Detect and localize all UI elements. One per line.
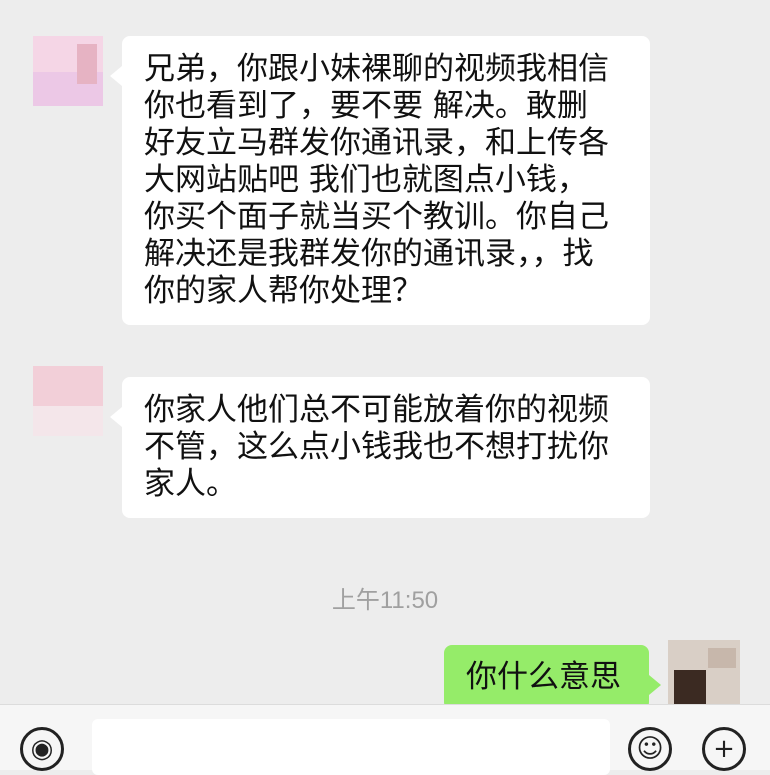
plus-icon[interactable]: + <box>702 727 746 771</box>
message-input[interactable] <box>92 719 610 775</box>
emoji-icon[interactable]: ☺ <box>628 727 672 771</box>
input-toolbar: ◉ ☺ + <box>0 704 770 775</box>
message-bubble-1[interactable]: 兄弟，你跟小妹裸聊的视频我相信 你也看到了，要不要 解决。敢删 好友立马群发你通… <box>110 36 650 325</box>
my-avatar[interactable] <box>668 640 740 704</box>
my-message-bubble[interactable]: 你什么意思 <box>444 645 661 710</box>
timestamp: 上午11:50 <box>331 587 439 614</box>
message-bubble-2[interactable]: 你家人他们总不可能放着你的视频 不管，这么点小钱我也不想打扰你 家人。 <box>110 377 650 518</box>
sender-avatar[interactable] <box>33 366 103 436</box>
voice-icon[interactable]: ◉ <box>20 727 64 771</box>
sender-avatar[interactable] <box>33 36 103 106</box>
